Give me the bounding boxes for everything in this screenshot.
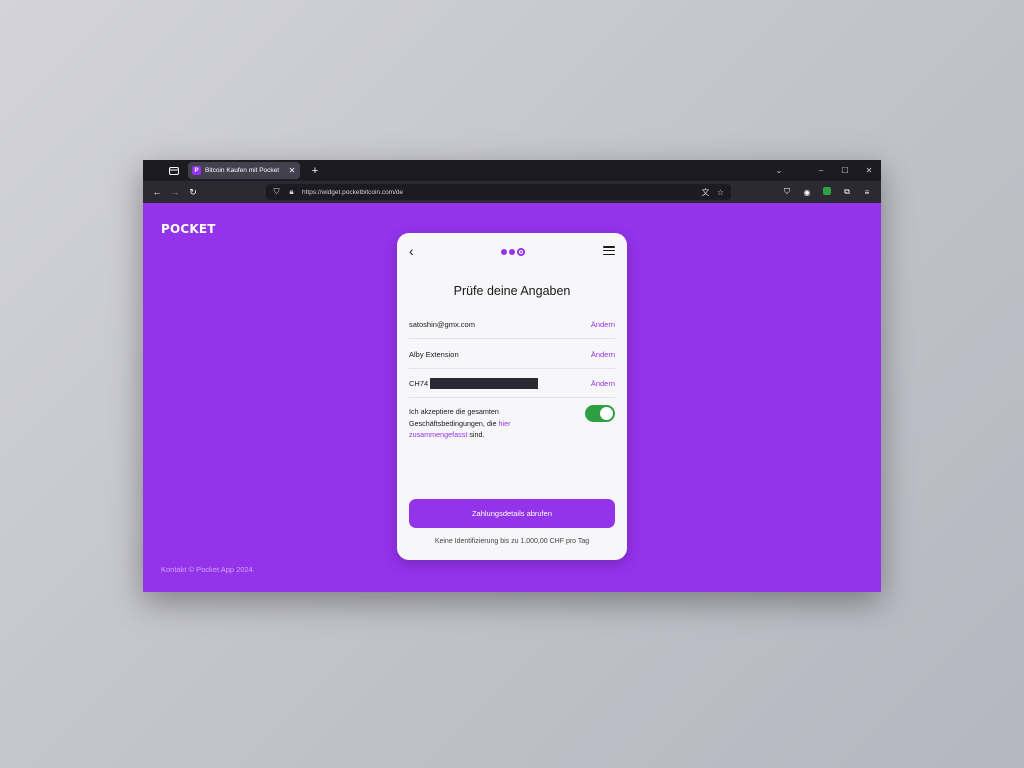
step-dot-active: [517, 248, 525, 256]
terms-after: sind.: [467, 430, 485, 439]
get-payment-details-button[interactable]: Zahlungsdetails abrufen: [409, 499, 615, 528]
chevron-down-icon[interactable]: ⌄: [767, 166, 791, 175]
toggle-knob: [600, 407, 613, 420]
terms-text: Ich akzeptiere die gesamten Geschäftsbed…: [409, 406, 559, 441]
change-iban-link[interactable]: Ändern: [591, 379, 615, 388]
forward-arrow-icon[interactable]: →: [166, 187, 184, 197]
bookmark-star-icon[interactable]: ☆: [716, 188, 725, 197]
review-card: ‹ Prüfe deine Angaben satoshin@gmx.com Ä…: [397, 233, 627, 560]
change-email-link[interactable]: Ändern: [591, 320, 615, 329]
step-indicator: [501, 248, 525, 256]
hamburger-menu-icon[interactable]: [603, 246, 615, 255]
terms-before: Ich akzeptiere die gesamten Geschäftsbed…: [409, 407, 499, 428]
back-arrow-icon[interactable]: ←: [148, 187, 166, 197]
wallet-row: Alby Extension Ändern: [409, 340, 615, 369]
limit-note: Keine Identifizierung bis zu 1.000,00 CH…: [434, 538, 590, 545]
url-text[interactable]: https://widget.pocketbitcoin.com/de: [302, 189, 695, 196]
accept-terms-toggle[interactable]: [585, 405, 615, 422]
browser-window: P Bitcoin Kaufen mit Pocket ✕ + ⌄ – ☐ ✕ …: [143, 160, 881, 592]
tab-bar: P Bitcoin Kaufen mit Pocket ✕ + ⌄ – ☐ ✕: [143, 160, 881, 181]
nav-bar: ← → ↻ ⛉ 🔒︎ https://widget.pocketbitcoin.…: [143, 181, 881, 203]
tab-title: Bitcoin Kaufen mit Pocket: [205, 167, 280, 174]
menu-hamburger-icon[interactable]: ≡: [858, 188, 876, 197]
alby-extension-icon[interactable]: [818, 187, 836, 197]
email-row: satoshin@gmx.com Ändern: [409, 310, 615, 339]
tab-list-icon[interactable]: [167, 164, 181, 178]
pocket-save-icon[interactable]: ⛉: [778, 187, 796, 197]
email-value: satoshin@gmx.com: [409, 319, 475, 329]
url-bar[interactable]: ⛉ 🔒︎ https://widget.pocketbitcoin.com/de…: [266, 184, 731, 200]
step-dot: [509, 249, 515, 255]
account-icon[interactable]: ◉: [798, 188, 816, 197]
wallet-value: Alby Extension: [409, 349, 459, 359]
iban-value: CH74: [409, 377, 539, 389]
pocket-logo[interactable]: POCKET: [161, 222, 216, 236]
active-tab[interactable]: P Bitcoin Kaufen mit Pocket ✕: [188, 162, 300, 179]
lock-icon[interactable]: 🔒︎: [287, 187, 296, 197]
change-wallet-link[interactable]: Ändern: [591, 350, 615, 359]
iban-row: CH74 Ändern: [409, 369, 615, 398]
shield-icon[interactable]: ⛉: [272, 187, 281, 197]
step-dot: [501, 249, 507, 255]
reload-icon[interactable]: ↻: [184, 187, 202, 198]
page-title: Prüfe deine Angaben: [453, 284, 571, 298]
close-tab-icon[interactable]: ✕: [288, 166, 296, 175]
extensions-icon[interactable]: ⧉: [838, 187, 856, 197]
pocket-favicon-icon: P: [192, 166, 201, 175]
iban-prefix: CH74: [409, 378, 429, 388]
close-window-icon[interactable]: ✕: [857, 166, 881, 175]
translate-icon[interactable]: 文: [701, 187, 710, 198]
maximize-icon[interactable]: ☐: [833, 166, 857, 175]
back-chevron-icon[interactable]: ‹: [409, 243, 414, 259]
redacted-iban-block: [430, 377, 539, 389]
minimize-icon[interactable]: –: [809, 166, 833, 175]
new-tab-icon[interactable]: +: [310, 165, 320, 177]
footer-text[interactable]: Kontakt © Pocket App 2024: [161, 565, 253, 574]
